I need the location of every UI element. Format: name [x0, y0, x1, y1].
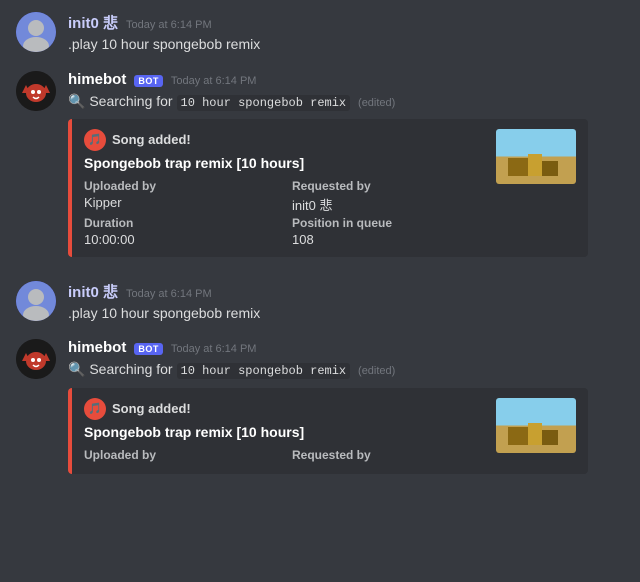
bot-badge: BOT [134, 75, 163, 87]
embed-card-1: 🎵 Song added! Spongebob trap remix [10 h… [68, 119, 588, 257]
embed-thumbnail-2 [496, 398, 576, 453]
search-line: 🔍 Searching for 10 hour spongebob remix … [68, 90, 624, 113]
avatar [16, 281, 56, 321]
bot-badge: BOT [134, 343, 163, 355]
embed-song-header: 🎵 Song added! [84, 129, 484, 151]
thumb-pineapple [528, 423, 542, 445]
timestamp: Today at 6:14 PM [126, 288, 212, 300]
message-text: .play 10 hour spongebob remix [68, 35, 624, 55]
message-header: himebot BOT Today at 6:14 PM [68, 71, 624, 88]
username: himebot [68, 71, 126, 88]
search-icon: 🔍 [68, 93, 85, 109]
avatar [16, 71, 56, 111]
message-content-2: himebot BOT Today at 6:14 PM 🔍 Searching… [68, 71, 624, 257]
search-query: 10 hour spongebob remix [177, 363, 351, 379]
search-icon: 🔍 [68, 361, 85, 377]
edited-tag: (edited) [358, 365, 395, 377]
message-group-1: init0 悲 Today at 6:14 PM .play 10 hour s… [0, 0, 640, 59]
uploaded-by-label: Uploaded by [84, 448, 276, 462]
message-content-3: init0 悲 Today at 6:14 PM .play 10 hour s… [68, 281, 624, 324]
embed-song-header: 🎵 Song added! [84, 398, 484, 420]
message-content-1: init0 悲 Today at 6:14 PM .play 10 hour s… [68, 12, 624, 55]
song-meta: Uploaded by Requested by Kipper init0 悲 … [84, 179, 484, 247]
message-text: .play 10 hour spongebob remix [68, 304, 624, 324]
uploaded-by-label: Uploaded by [84, 179, 276, 193]
separator-1 [0, 261, 640, 269]
thumbnail-scene-2 [496, 398, 576, 453]
message-header: init0 悲 Today at 6:14 PM [68, 281, 624, 302]
message-content-4: himebot BOT Today at 6:14 PM 🔍 Searching… [68, 339, 624, 473]
embed-card-2: 🎵 Song added! Spongebob trap remix [10 h… [68, 388, 588, 474]
message-header: init0 悲 Today at 6:14 PM [68, 12, 624, 33]
embed-body: 🎵 Song added! Spongebob trap remix [10 h… [84, 398, 484, 464]
position-label: Position in queue [292, 216, 484, 230]
position-value: 108 [292, 232, 484, 247]
music-icon: 🎵 [84, 398, 106, 420]
message-group-2: himebot BOT Today at 6:14 PM 🔍 Searching… [0, 59, 640, 261]
avatar [16, 339, 56, 379]
search-query: 10 hour spongebob remix [177, 95, 351, 111]
username: init0 悲 [68, 281, 118, 302]
thumb-house-2 [540, 161, 558, 176]
timestamp: Today at 6:14 PM [171, 75, 257, 87]
song-added-text: Song added! [112, 132, 191, 147]
song-title: Spongebob trap remix [10 hours] [84, 424, 484, 440]
thumb-house-2 [540, 430, 558, 445]
song-added-text: Song added! [112, 401, 191, 416]
song-title: Spongebob trap remix [10 hours] [84, 155, 484, 171]
searching-prefix: Searching for [89, 361, 176, 377]
searching-prefix: Searching for [89, 93, 176, 109]
song-meta: Uploaded by Requested by [84, 448, 484, 464]
timestamp: Today at 6:14 PM [171, 343, 257, 355]
requested-by-value: init0 悲 [292, 195, 484, 214]
timestamp: Today at 6:14 PM [126, 19, 212, 31]
thumbnail-scene [496, 129, 576, 184]
message-group-3: init0 悲 Today at 6:14 PM .play 10 hour s… [0, 269, 640, 328]
username: init0 悲 [68, 12, 118, 33]
embed-thumbnail [496, 129, 576, 184]
thumb-house-1 [508, 158, 530, 176]
embed-body: 🎵 Song added! Spongebob trap remix [10 h… [84, 129, 484, 247]
music-icon: 🎵 [84, 129, 106, 151]
uploaded-by-value: Kipper [84, 195, 276, 214]
requested-by-label: Requested by [292, 448, 484, 462]
message-group-4: himebot BOT Today at 6:14 PM 🔍 Searching… [0, 327, 640, 477]
avatar [16, 12, 56, 52]
edited-tag: (edited) [358, 97, 395, 109]
duration-value: 10:00:00 [84, 232, 276, 247]
duration-label: Duration [84, 216, 276, 230]
username: himebot [68, 339, 126, 356]
message-header: himebot BOT Today at 6:14 PM [68, 339, 624, 356]
requested-by-label: Requested by [292, 179, 484, 193]
thumb-pineapple [528, 154, 542, 176]
thumb-house-1 [508, 427, 530, 445]
search-line: 🔍 Searching for 10 hour spongebob remix … [68, 358, 624, 381]
